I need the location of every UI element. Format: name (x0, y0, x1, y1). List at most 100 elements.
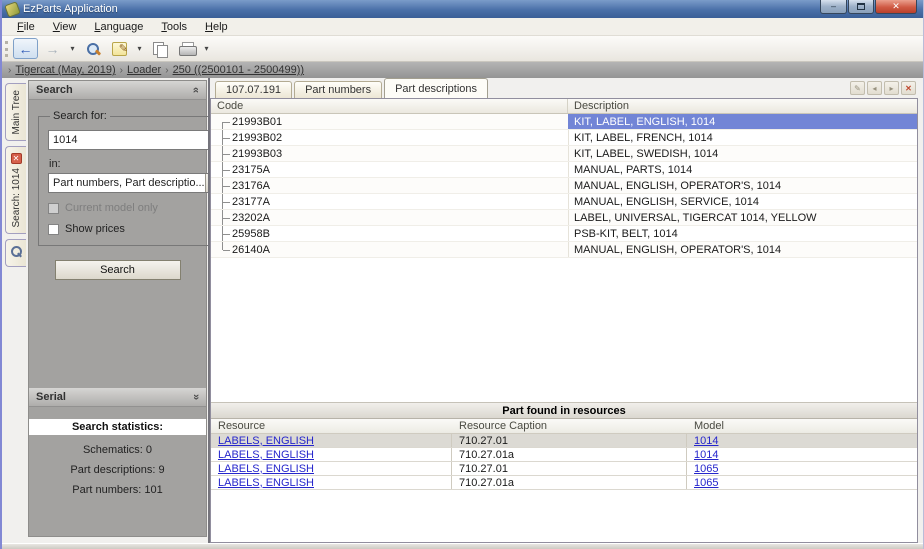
statistics-line: Schematics: 0 (29, 444, 206, 464)
model-link[interactable]: 1014 (694, 435, 718, 447)
app-window: EzParts Application – ✕ FileViewLanguage… (0, 0, 924, 549)
side-tab-magnifier[interactable] (5, 239, 26, 267)
code-cell: 23176A (211, 178, 568, 193)
table-row[interactable]: LABELS, ENGLISH710.27.01a1065 (211, 476, 917, 490)
code-cell: 21993B03 (211, 146, 568, 161)
resource-link[interactable]: LABELS, ENGLISH (218, 435, 314, 447)
search-panel-header[interactable]: Search » (29, 81, 206, 100)
printer-icon (179, 42, 195, 56)
column-header-code[interactable]: Code (211, 99, 568, 113)
close-tab-button[interactable]: ✕ (901, 81, 916, 95)
show-prices-checkbox[interactable]: Show prices (48, 223, 221, 235)
model-link[interactable]: 1065 (694, 477, 718, 489)
table-row[interactable]: LABELS, ENGLISH710.27.011065 (211, 462, 917, 476)
back-button[interactable]: ← (13, 38, 38, 59)
tree-branch-icon (215, 178, 232, 193)
breadcrumb-link-loader[interactable]: Loader (127, 64, 161, 76)
menu-file[interactable]: File (8, 19, 44, 35)
notes-tool-button[interactable] (107, 38, 132, 59)
menu-view[interactable]: View (44, 19, 86, 35)
column-header-description[interactable]: Description (568, 99, 917, 113)
main-panel: 107.07.191Part numbersPart descriptions … (208, 78, 923, 543)
code-value: 23175A (232, 164, 270, 176)
close-button[interactable]: ✕ (875, 0, 917, 14)
tab-part-descriptions[interactable]: Part descriptions (384, 78, 488, 98)
pencil-icon: ✎ (854, 84, 861, 93)
model-cell: 1014 (687, 434, 917, 447)
table-row[interactable]: 21993B01KIT, LABEL, ENGLISH, 1014 (211, 114, 917, 130)
code-cell: 21993B01 (211, 114, 568, 129)
table-row[interactable]: 23175A MANUAL, PARTS, 1014 (211, 162, 917, 178)
next-tab-button[interactable]: ▸ (884, 81, 899, 95)
tab-part-numbers[interactable]: Part numbers (294, 81, 382, 98)
column-header-resource-caption[interactable]: Resource Caption (452, 419, 687, 433)
back-dropdown-button[interactable]: ▾ (67, 38, 78, 59)
table-row[interactable]: LABELS, ENGLISH710.27.01a1014 (211, 448, 917, 462)
model-link[interactable]: 1014 (694, 449, 718, 461)
menu-help[interactable]: Help (196, 19, 237, 35)
current-model-checkbox[interactable]: Current model only (48, 202, 221, 214)
parts-table-body: 21993B01KIT, LABEL, ENGLISH, 101421993B0… (211, 114, 917, 258)
search-for-groupbox: Search for: 1014 ▾ in: Part numbers, Par… (38, 110, 231, 246)
print-dropdown-button[interactable]: ▾ (201, 38, 212, 59)
table-row[interactable]: LABELS, ENGLISH 710.27.01 1014 (211, 434, 917, 448)
column-header-resource[interactable]: Resource (211, 419, 452, 433)
description-cell: MANUAL, ENGLISH, OPERATOR'S, 1014 (568, 178, 917, 193)
app-icon (4, 1, 21, 18)
edit-tab-button[interactable]: ✎ (850, 81, 865, 95)
code-value: 21993B02 (232, 132, 282, 144)
column-header-model[interactable]: Model (687, 419, 917, 433)
table-row[interactable]: 21993B03KIT, LABEL, SWEDISH, 1014 (211, 146, 917, 162)
resource-link[interactable]: LABELS, ENGLISH (218, 477, 314, 489)
menu-tools[interactable]: Tools (152, 19, 196, 35)
maximize-icon (857, 3, 865, 10)
print-tool-button[interactable] (174, 38, 199, 59)
search-in-combobox[interactable]: Part numbers, Part descriptio... ▾ (48, 173, 221, 193)
resources-table-body: LABELS, ENGLISH710.27.011014LABELS, ENGL… (211, 434, 917, 490)
close-search-tab-icon[interactable]: ✕ (11, 153, 22, 164)
menu-language[interactable]: Language (85, 19, 152, 35)
breadcrumb-link-tigercat-may-2019[interactable]: Tigercat (May, 2019) (15, 64, 115, 76)
prev-tab-button[interactable]: ◂ (867, 81, 882, 95)
back-icon: ← (19, 42, 33, 56)
tab-content: Code Description 21993B01KIT, LABEL, ENG… (210, 98, 918, 543)
table-row[interactable]: 23176AMANUAL, ENGLISH, OPERATOR'S, 1014 (211, 178, 917, 194)
notes-dropdown-button[interactable]: ▾ (134, 38, 145, 59)
resource-link[interactable]: LABELS, ENGLISH (218, 449, 314, 461)
table-row[interactable]: 26140AMANUAL, ENGLISH, OPERATOR'S, 1014 (211, 242, 917, 258)
model-link[interactable]: 1065 (694, 463, 718, 475)
breadcrumb-link-250-2500101-2500499[interactable]: 250 ((2500101 - 2500499)) (173, 64, 304, 76)
table-row[interactable]: 25958BPSB-KIT, BELT, 1014 (211, 226, 917, 242)
tab-107-07-191[interactable]: 107.07.191 (215, 81, 292, 98)
search-tool-button[interactable] (80, 38, 105, 59)
stats-gap (29, 407, 206, 419)
table-row[interactable]: 21993B02KIT, LABEL, FRENCH, 1014 (211, 130, 917, 146)
minimize-button[interactable]: – (820, 0, 847, 14)
resource-caption-cell: 710.27.01 (452, 434, 687, 447)
forward-icon: → (46, 42, 60, 56)
sidebar-container: Search » Search for: 1014 ▾ in: Part num… (26, 78, 208, 543)
table-row[interactable]: 23202ALABEL, UNIVERSAL, TIGERCAT 1014, Y… (211, 210, 917, 226)
collapse-down-icon[interactable]: » (190, 394, 202, 400)
resource-link[interactable]: LABELS, ENGLISH (218, 463, 314, 475)
description-cell: LABEL, UNIVERSAL, TIGERCAT 1014, YELLOW (568, 210, 917, 225)
breadcrumb-separator-icon: › (165, 65, 168, 76)
serial-panel-header[interactable]: Serial » (29, 388, 206, 407)
table-row[interactable]: 23177AMANUAL, ENGLISH, SERVICE, 1014 (211, 194, 917, 210)
code-cell: 23202A (211, 210, 568, 225)
search-for-combobox[interactable]: 1014 ▾ (48, 130, 221, 150)
collapse-up-icon[interactable]: » (190, 87, 202, 93)
side-tab-search[interactable]: ✕ Search: 1014 (5, 146, 26, 234)
search-button[interactable]: Search (55, 260, 181, 280)
maximize-button[interactable] (848, 0, 874, 14)
description-cell: MANUAL, PARTS, 1014 (568, 162, 917, 177)
forward-button[interactable]: → (40, 38, 65, 59)
code-cell: 21993B02 (211, 130, 568, 145)
tree-branch-icon (215, 210, 232, 225)
copy-tool-button[interactable] (147, 38, 172, 59)
side-tab-main-tree[interactable]: Main Tree (5, 83, 26, 141)
groupbox-label: Search for: (50, 110, 110, 122)
status-strip (2, 543, 923, 549)
dropdown-icon: ▾ (204, 44, 208, 53)
in-label: in: (49, 158, 221, 170)
